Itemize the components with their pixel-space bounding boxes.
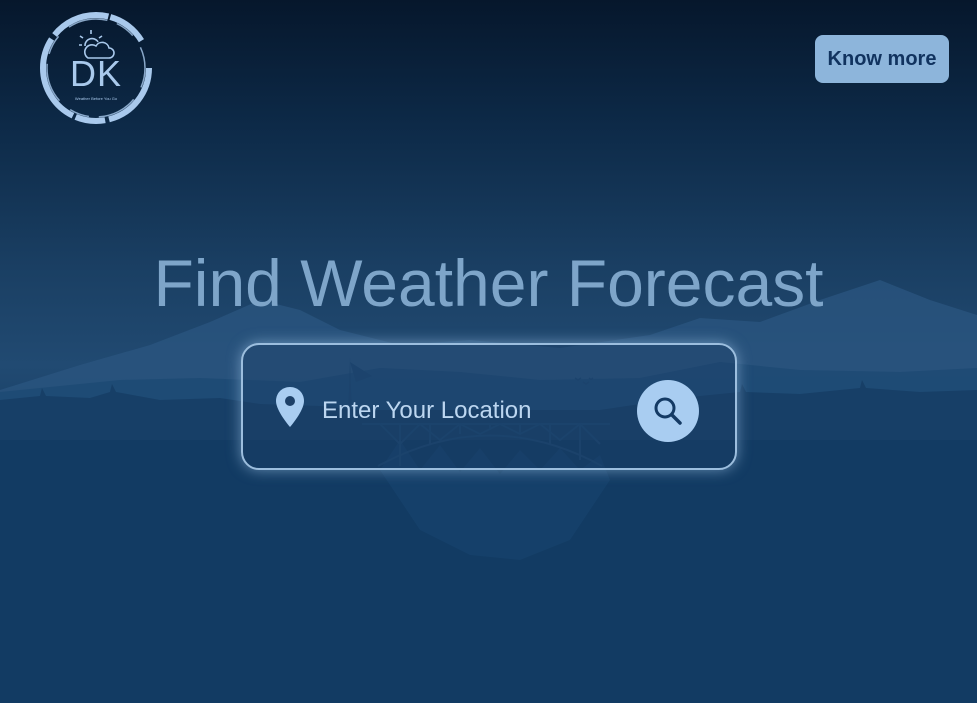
search-icon — [654, 397, 682, 425]
logo-letters: DK — [69, 53, 122, 94]
search-button[interactable] — [637, 380, 699, 442]
location-input[interactable] — [322, 389, 622, 433]
know-more-button[interactable]: Know more — [815, 35, 949, 83]
weather-landing-page: DK Weather Before You Go Know more Find … — [0, 0, 977, 703]
dk-logo[interactable]: DK Weather Before You Go — [36, 6, 158, 130]
map-pin-icon — [276, 387, 304, 427]
location-search-box — [241, 343, 737, 470]
logo-tagline: Weather Before You Go — [74, 96, 118, 101]
page-title: Find Weather Forecast — [153, 246, 824, 320]
